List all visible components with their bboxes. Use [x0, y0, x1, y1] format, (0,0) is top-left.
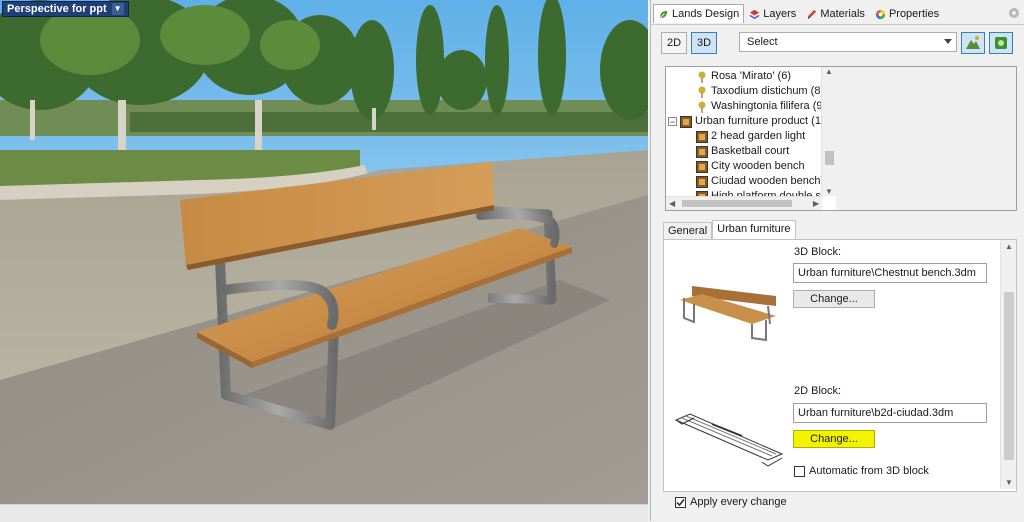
bench-2d-thumbnail [674, 413, 784, 467]
3d-block-label: 3D Block: [794, 246, 842, 258]
select-value: Select [747, 36, 778, 48]
scroll-left-icon[interactable]: ◀ [669, 199, 675, 208]
furniture-icon [696, 175, 708, 188]
object-tool-button[interactable] [989, 32, 1013, 54]
brush-icon [808, 9, 817, 19]
plant-icon [698, 86, 706, 98]
layers-icon [749, 9, 760, 19]
tree-item[interactable]: Rosa 'Mirato' (6) [696, 69, 791, 84]
tree-item[interactable]: Washingtonia filifera (9 [696, 99, 822, 114]
tree-item[interactable]: City wooden bench [696, 159, 805, 174]
tab-layers[interactable]: Layers [744, 4, 801, 23]
tab-properties[interactable]: Properties [870, 4, 944, 23]
tree-item[interactable]: Ciudad wooden bench [696, 174, 820, 189]
furniture-icon [696, 130, 708, 143]
2d-block-label: 2D Block: [794, 385, 842, 397]
urban-furniture-properties: 3D Block: Urban furniture\Chestnut bench… [663, 239, 1017, 492]
viewport-title: Perspective for ppt [7, 3, 107, 15]
tree-item-label: City wooden bench [711, 160, 805, 172]
change-3d-block-button[interactable]: Change... [793, 290, 875, 308]
tree-item[interactable]: Taxodium distichum (8) [696, 84, 824, 99]
change-2d-block-button[interactable]: Change... [793, 430, 875, 448]
scroll-thumb[interactable] [682, 200, 792, 207]
leaf-icon [659, 10, 668, 18]
terrain-icon [966, 36, 980, 49]
terrain-tool-button[interactable] [961, 32, 985, 54]
automatic-from-3d-checkbox[interactable] [794, 466, 805, 477]
furniture-icon [696, 145, 708, 158]
tab-urban-furniture[interactable]: Urban furniture [712, 220, 796, 240]
perspective-viewport[interactable]: Perspective for ppt ▼ [0, 0, 648, 504]
plant-box-icon [995, 37, 1007, 49]
furniture-icon [696, 160, 708, 173]
panel-tabs: Lands Design Layers Materials Properties [653, 4, 944, 24]
tree-horizontal-scrollbar[interactable]: ◀ ▶ [666, 196, 822, 210]
tab-lands-design[interactable]: Lands Design [653, 4, 745, 23]
plant-library-tree[interactable]: Rosa 'Mirato' (6) Taxodium distichum (8)… [665, 66, 837, 211]
tab-divider [651, 24, 1024, 25]
scroll-thumb[interactable] [1004, 292, 1014, 460]
tab-label: Lands Design [672, 8, 740, 20]
2d-block-field[interactable]: Urban furniture\b2d-ciudad.3dm [793, 403, 987, 423]
side-panel: Lands Design Layers Materials Properties… [650, 0, 1024, 521]
collapse-icon[interactable]: − [668, 117, 677, 127]
bench-3d-thumbnail [680, 286, 776, 342]
gear-icon[interactable] [1007, 6, 1021, 20]
tab-label: Layers [763, 8, 797, 20]
chevron-down-icon [944, 39, 952, 44]
apply-every-change-checkbox[interactable] [675, 497, 686, 508]
furniture-group-icon [680, 115, 692, 128]
3d-block-field[interactable]: Urban furniture\Chestnut bench.3dm [793, 263, 987, 283]
viewport-menu-dropdown-icon[interactable]: ▼ [111, 3, 124, 15]
apply-every-change-label: Apply every change [690, 496, 787, 508]
scroll-thumb[interactable] [825, 151, 834, 165]
tree-item-label: Ciudad wooden bench [711, 175, 821, 187]
tab-general[interactable]: General [663, 222, 713, 240]
tree-item-label: Washingtonia filifera (9 [711, 100, 823, 112]
toolbar: 2D 3D Select [661, 32, 1015, 56]
scroll-up-icon[interactable]: ▲ [1005, 242, 1013, 251]
preview-pane [836, 66, 1017, 211]
tab-label: Materials [820, 8, 865, 20]
tree-item-label: Rosa 'Mirato' (6) [711, 70, 791, 82]
viewport-title-bar[interactable]: Perspective for ppt ▼ [2, 1, 129, 17]
tree-vertical-scrollbar[interactable]: ▲ ▼ [821, 67, 836, 196]
tree-item-label: 2 head garden light [711, 130, 806, 142]
2d-button[interactable]: 2D [661, 32, 687, 54]
3d-button[interactable]: 3D [691, 32, 717, 54]
scroll-down-icon[interactable]: ▼ [825, 187, 833, 196]
scroll-up-icon[interactable]: ▲ [825, 67, 833, 76]
plant-icon [698, 101, 706, 113]
tree-item[interactable]: Basketball court [696, 144, 789, 159]
plant-icon [698, 71, 706, 83]
render-scene [0, 0, 648, 504]
color-wheel-icon [875, 9, 886, 19]
tree-item-label: Taxodium distichum (8) [711, 85, 825, 97]
scroll-right-icon[interactable]: ▶ [813, 199, 819, 208]
tab-materials[interactable]: Materials [801, 4, 870, 23]
properties-scrollbar[interactable]: ▲ ▼ [1000, 240, 1016, 489]
checkmark-icon [676, 499, 685, 507]
tree-group[interactable]: − Urban furniture product (13 [668, 114, 827, 129]
tab-label: Properties [888, 8, 940, 20]
tree-item-label: Urban furniture product (13 [695, 115, 828, 127]
automatic-from-3d-label: Automatic from 3D block [809, 465, 929, 477]
select-dropdown[interactable]: Select [739, 32, 957, 52]
tree-item[interactable]: 2 head garden light [696, 129, 805, 144]
scroll-down-icon[interactable]: ▼ [1005, 478, 1013, 487]
tree-item-label: Basketball court [711, 145, 790, 157]
status-bar [0, 504, 648, 522]
